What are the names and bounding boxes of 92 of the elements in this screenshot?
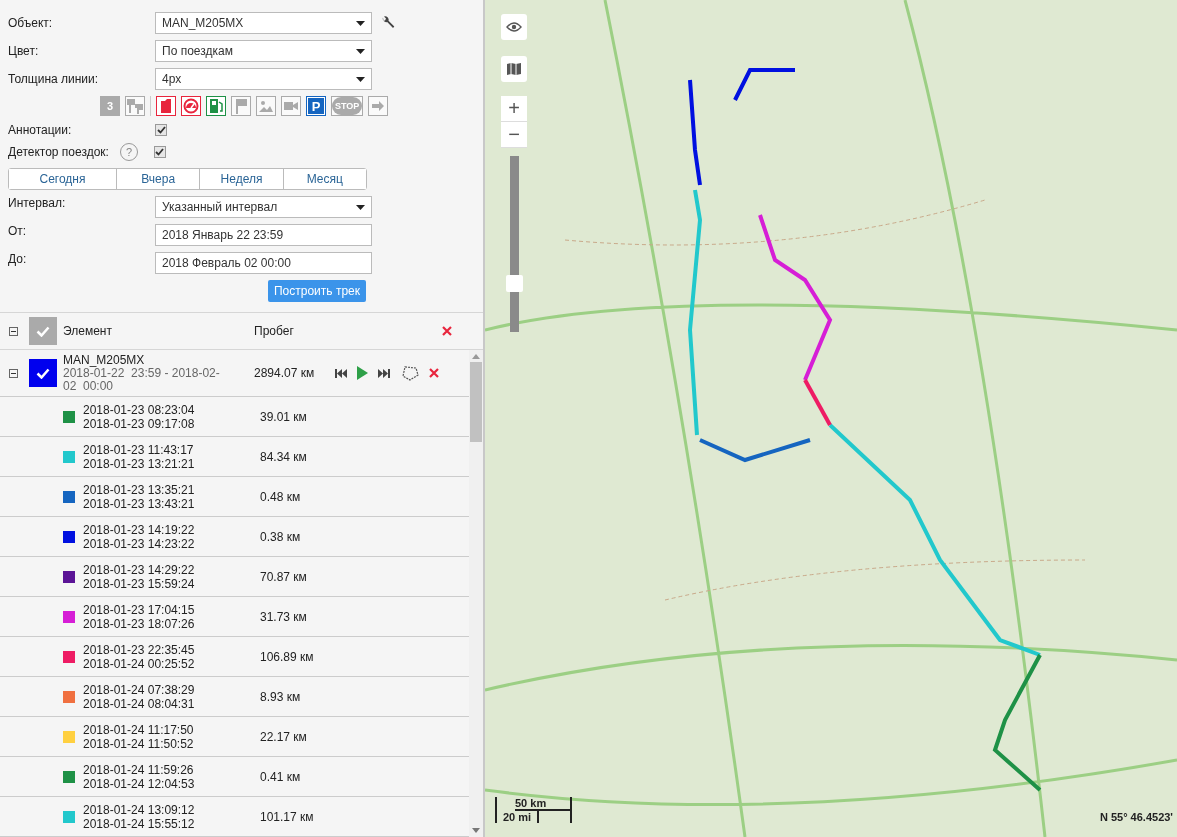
caret-icon: [356, 76, 365, 82]
field-label: Толщина линии:: [8, 72, 100, 86]
zoom-out-button[interactable]: −: [501, 122, 527, 148]
trip-start: 2018-01-24 11:17:50: [83, 722, 195, 737]
object-distance: 2894.07 км: [254, 366, 316, 380]
period-tab[interactable]: Месяц: [282, 169, 366, 189]
fuel-station-icon[interactable]: [206, 96, 226, 116]
trip-start: 2018-01-24 07:38:29: [83, 682, 196, 697]
visibility-button[interactable]: [501, 14, 527, 40]
trip-start: 2018-01-24 13:09:12: [83, 802, 196, 817]
trip-distance: 84.34 км: [260, 449, 308, 464]
trip-distance: 0.48 км: [260, 489, 302, 504]
trip-start: 2018-01-23 22:35:45: [83, 642, 196, 657]
trip-start: 2018-01-23 13:35:21: [83, 482, 196, 497]
gauge-icon[interactable]: [181, 96, 201, 116]
select-all-checkbox[interactable]: [29, 317, 57, 345]
trip-distance: 31.73 км: [260, 609, 308, 624]
object-name: MAN_M205MX: [63, 353, 146, 367]
trip-start: 2018-01-23 08:23:04: [83, 402, 196, 417]
map-layers-button[interactable]: [501, 56, 527, 82]
scale-bar: 50 km 20 mi: [495, 797, 572, 823]
column-header: Элемент: [63, 324, 113, 338]
skip-back-icon[interactable]: [334, 368, 347, 378]
trip-distance: 22.17 км: [260, 729, 308, 744]
fuel-can-icon[interactable]: [156, 96, 176, 116]
scrollbar[interactable]: [469, 350, 483, 837]
video-icon[interactable]: [281, 96, 301, 116]
coordinates-label: N 55° 46.4523': [1099, 811, 1173, 823]
flag-icon[interactable]: [231, 96, 251, 116]
trip-start: 2018-01-23 14:29:22: [83, 562, 196, 577]
play-icon[interactable]: [357, 366, 368, 380]
caret-icon: [356, 20, 365, 26]
collapse-icon[interactable]: [9, 326, 18, 336]
parking-icon[interactable]: P: [306, 96, 326, 116]
trip-distance: 101.17 км: [260, 809, 315, 824]
eye-icon: [506, 22, 522, 32]
option-label: Детектор поездок:: [8, 145, 109, 159]
map-icon: [506, 62, 522, 76]
trip-end: 2018-01-23 18:07:26: [83, 616, 196, 631]
flags-icon[interactable]: [125, 96, 145, 116]
track-checkbox[interactable]: [29, 359, 57, 387]
column-header: Пробег: [254, 324, 295, 338]
image-icon[interactable]: [256, 96, 276, 116]
trip-end: 2018-01-24 11:50:52: [83, 736, 195, 751]
trip-end: 2018-01-23 13:21:21: [83, 456, 196, 471]
trip-end: 2018-01-24 00:25:52: [83, 656, 196, 671]
delete-icon[interactable]: [442, 326, 452, 336]
dropdown[interactable]: Указанный интервал: [155, 196, 372, 218]
trip-start: 2018-01-23 11:43:17: [83, 442, 195, 457]
wrench-icon[interactable]: [381, 16, 395, 30]
caret-icon: [356, 48, 365, 54]
skip-forward-icon[interactable]: [378, 368, 391, 378]
scroll-down-icon[interactable]: [472, 828, 480, 833]
field-label: До:: [8, 252, 28, 266]
field-label: Объект:: [8, 16, 54, 30]
trip-end: 2018-01-24 15:55:12: [83, 816, 196, 831]
object-period: 2018-01-22 23:59 - 2018-02-02 00:00: [63, 366, 221, 393]
check-icon: [36, 367, 50, 379]
checkbox[interactable]: [153, 146, 166, 158]
trip-end: 2018-01-23 13:43:21: [83, 496, 196, 511]
delete-icon[interactable]: [429, 368, 439, 378]
trip-distance: 106.89 км: [260, 649, 315, 664]
polygon-icon[interactable]: [401, 365, 419, 381]
checkbox[interactable]: [155, 124, 167, 136]
trip-end: 2018-01-23 09:17:08: [83, 416, 196, 431]
scroll-up-icon[interactable]: [472, 354, 480, 359]
trip-start: 2018-01-23 14:19:22: [83, 522, 196, 537]
trip-end: 2018-01-23 15:59:24: [83, 576, 196, 591]
field-label: Цвет:: [8, 44, 40, 58]
trip-distance: 0.38 км: [260, 529, 302, 544]
field-label: Интервал:: [8, 196, 67, 210]
field-label: От:: [8, 224, 28, 238]
dropdown[interactable]: 4px: [155, 68, 372, 90]
trip-distance: 39.01 км: [260, 409, 308, 424]
trip-end: 2018-01-24 08:04:31: [83, 696, 196, 711]
dropdown[interactable]: По поездкам: [155, 40, 372, 62]
caret-icon: [356, 204, 365, 210]
dropdown[interactable]: MAN_M205MX: [155, 12, 372, 34]
check-icon: [36, 325, 50, 337]
scrollbar-thumb[interactable]: [470, 362, 482, 442]
trip-distance: 8.93 км: [260, 689, 302, 704]
date-field[interactable]: 2018 Февраль 02 00:00: [155, 252, 372, 274]
trip-distance: 0.41 км: [260, 769, 302, 784]
date-field[interactable]: 2018 Январь 22 23:59: [155, 224, 372, 246]
trip-end: 2018-01-24 12:04:53: [83, 776, 196, 791]
trip-end: 2018-01-23 14:23:22: [83, 536, 196, 551]
trip-start: 2018-01-24 11:59:26: [83, 762, 195, 777]
option-label: Аннотации:: [8, 123, 73, 137]
zoom-in-button[interactable]: +: [501, 96, 527, 122]
trip-start: 2018-01-23 17:04:15: [83, 602, 196, 617]
collapse-icon[interactable]: [9, 368, 18, 378]
trip-distance: 70.87 км: [260, 569, 308, 584]
